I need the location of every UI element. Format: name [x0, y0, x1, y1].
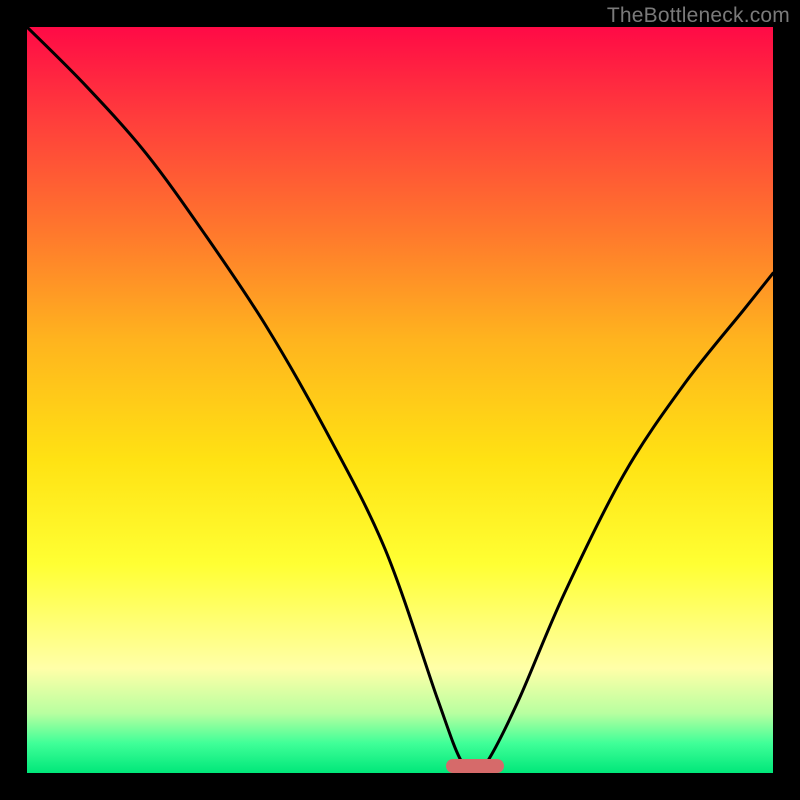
chart-frame: TheBottleneck.com	[0, 0, 800, 800]
plot-area	[27, 27, 773, 773]
watermark-text: TheBottleneck.com	[607, 4, 790, 28]
bottleneck-curve	[27, 27, 773, 773]
optimal-marker	[446, 759, 504, 773]
